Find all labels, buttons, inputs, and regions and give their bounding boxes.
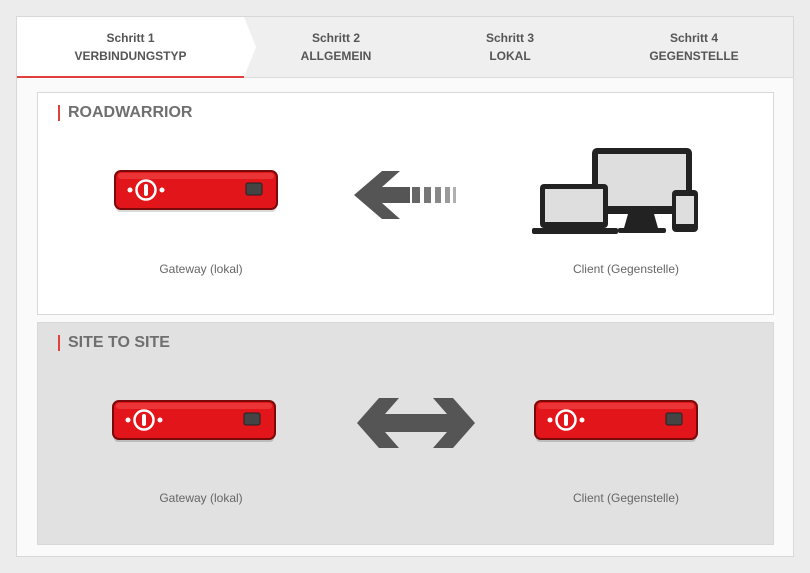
roadwarrior-right-caption: Client (Gegenstelle) xyxy=(572,262,680,276)
gateway-device-icon xyxy=(114,170,278,212)
site-to-site-title: SITE TO SITE xyxy=(58,335,170,351)
step-2-number: Schritt 2 xyxy=(311,31,360,45)
step-1-tab[interactable]: Schritt 1 VERBINDUNGSTYP xyxy=(17,17,256,78)
step-1-number: Schritt 1 xyxy=(106,31,155,45)
arrow-left-icon xyxy=(354,171,456,219)
step-4-number: Schritt 4 xyxy=(669,31,718,45)
bidirectional-arrow-icon xyxy=(357,398,475,448)
roadwarrior-option[interactable]: ROADWARRIOR Gateway (lokal) Client (Gege… xyxy=(37,92,774,315)
roadwarrior-title: ROADWARRIOR xyxy=(58,105,192,121)
site-to-site-right-caption: Client (Gegenstelle) xyxy=(572,491,680,505)
site-to-site-option[interactable]: SITE TO SITE Gateway (lokal) Client (Geg… xyxy=(37,322,774,545)
roadwarrior-left-caption: Gateway (lokal) xyxy=(159,262,243,276)
active-step-indicator xyxy=(17,76,244,78)
site-to-site-left-caption: Gateway (lokal) xyxy=(159,491,243,505)
wizard-steps: Schritt 1 VERBINDUNGSTYP Schritt 2 ALLGE… xyxy=(17,17,793,78)
gateway-device-icon xyxy=(112,400,276,442)
gateway-device-icon xyxy=(534,400,698,442)
client-devices-icon xyxy=(532,148,698,234)
step-2-tab[interactable]: Schritt 2 ALLGEMEIN xyxy=(247,17,425,78)
step-4-label: GEGENSTELLE xyxy=(649,49,739,63)
step-1-label: VERBINDUNGSTYP xyxy=(74,49,187,63)
connection-wizard: Schritt 1 VERBINDUNGSTYP Schritt 2 ALLGE… xyxy=(16,16,794,557)
step-3-number: Schritt 3 xyxy=(485,31,534,45)
step-3-label: LOKAL xyxy=(489,49,531,63)
step-4-tab[interactable]: Schritt 4 GEGENSTELLE xyxy=(595,17,793,78)
step-3-tab[interactable]: Schritt 3 LOKAL xyxy=(425,17,595,78)
step-2-label: ALLGEMEIN xyxy=(300,49,372,63)
